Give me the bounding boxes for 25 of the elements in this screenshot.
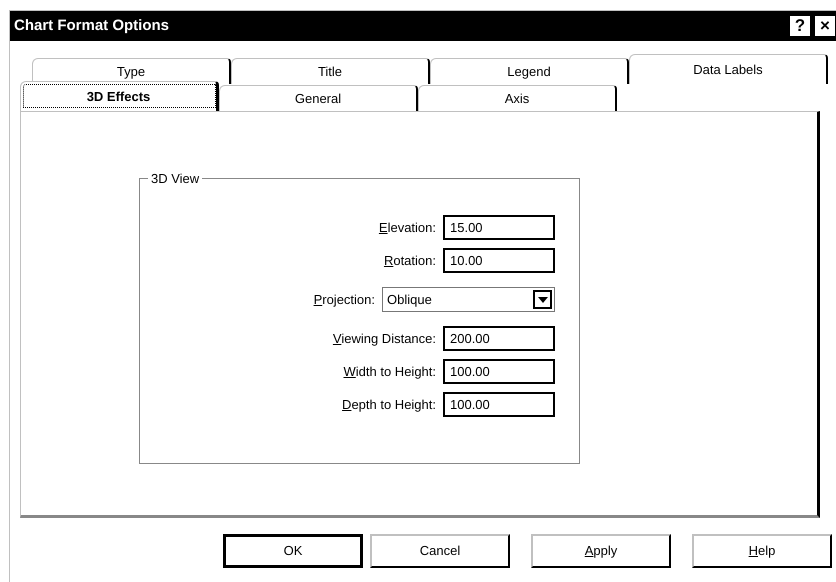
input-field[interactable]: 100.00 [443,392,555,417]
input-field[interactable]: 200.00 [443,326,555,351]
window-title: Chart Format Options [14,16,170,36]
input-field[interactable]: 10.00 [443,248,555,273]
tab[interactable]: Title [231,58,430,84]
tab[interactable]: Legend [430,58,629,84]
tab[interactable]: Axis [418,85,617,111]
field-label: Rotation: [384,252,436,270]
dialog-button[interactable]: Apply [531,534,671,568]
dialog-button[interactable]: Help [692,534,832,568]
close-button[interactable]: × [814,15,836,37]
dropdown[interactable]: Oblique [382,287,555,312]
field-label: Viewing Distance: [332,330,436,348]
field-label: Elevation: [378,218,436,237]
dialog-button[interactable]: OK [223,534,363,568]
tab[interactable]: 3D Effects [20,81,219,111]
field-label: Width to Height: [344,362,436,381]
help-button[interactable]: ? [789,15,811,37]
field-label: Projection: [314,290,375,309]
field-label: Depth to Height: [342,396,436,414]
tab[interactable]: Data Labels [629,54,828,84]
dialog-button[interactable]: Cancel [370,534,510,568]
tab[interactable]: General [219,85,418,111]
input-field[interactable]: 15.00 [443,215,555,240]
input-field[interactable]: 100.00 [443,359,555,384]
